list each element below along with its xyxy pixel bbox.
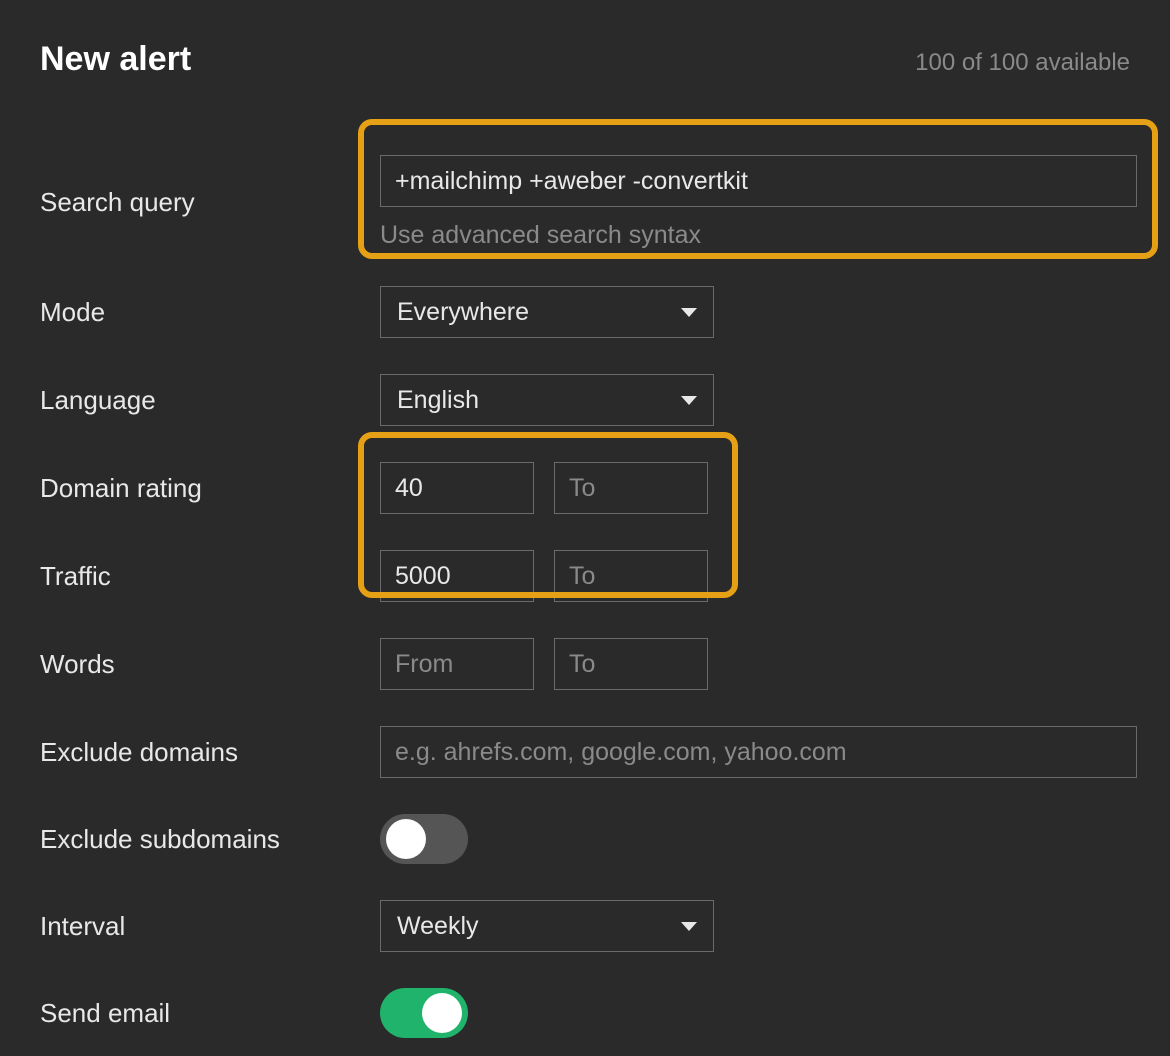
- exclude-domains-input[interactable]: [380, 726, 1137, 778]
- label-exclude-domains: Exclude domains: [40, 719, 380, 786]
- search-query-helper: Use advanced search syntax: [380, 221, 1137, 250]
- field-exclude-subdomains: [380, 796, 1137, 882]
- toggle-knob: [422, 993, 462, 1033]
- language-value: English: [397, 386, 479, 415]
- label-language: Language: [40, 367, 380, 434]
- field-language: English: [380, 356, 1137, 444]
- field-mode: Everywhere: [380, 268, 1137, 356]
- chevron-down-icon: [681, 396, 697, 405]
- chevron-down-icon: [681, 922, 697, 931]
- interval-value: Weekly: [397, 912, 479, 941]
- label-mode: Mode: [40, 279, 380, 346]
- label-traffic: Traffic: [40, 543, 380, 610]
- traffic-to-input[interactable]: [554, 550, 708, 602]
- header: New alert 100 of 100 available: [40, 40, 1130, 79]
- words-to-input[interactable]: [554, 638, 708, 690]
- search-query-input[interactable]: [380, 155, 1137, 207]
- label-send-email: Send email: [40, 980, 380, 1047]
- page-title: New alert: [40, 40, 191, 79]
- mode-select[interactable]: Everywhere: [380, 286, 714, 338]
- toggle-knob: [386, 819, 426, 859]
- field-traffic: [380, 532, 1137, 620]
- mode-value: Everywhere: [397, 298, 529, 327]
- field-search-query: Use advanced search syntax: [380, 137, 1137, 268]
- field-send-email: [380, 970, 1137, 1056]
- field-words: [380, 620, 1137, 708]
- label-search-query: Search query: [40, 169, 380, 236]
- exclude-subdomains-toggle[interactable]: [380, 814, 468, 864]
- label-domain-rating: Domain rating: [40, 455, 380, 522]
- field-interval: Weekly: [380, 882, 1137, 970]
- label-exclude-subdomains: Exclude subdomains: [40, 806, 380, 873]
- field-exclude-domains: [380, 708, 1137, 796]
- words-from-input[interactable]: [380, 638, 534, 690]
- chevron-down-icon: [681, 308, 697, 317]
- alert-form: Search query Use advanced search syntax …: [40, 137, 1130, 1056]
- domain-rating-from-input[interactable]: [380, 462, 534, 514]
- label-interval: Interval: [40, 893, 380, 960]
- interval-select[interactable]: Weekly: [380, 900, 714, 952]
- label-words: Words: [40, 631, 380, 698]
- domain-rating-to-input[interactable]: [554, 462, 708, 514]
- traffic-from-input[interactable]: [380, 550, 534, 602]
- send-email-toggle[interactable]: [380, 988, 468, 1038]
- language-select[interactable]: English: [380, 374, 714, 426]
- availability-text: 100 of 100 available: [915, 49, 1130, 77]
- field-domain-rating: [380, 444, 1137, 532]
